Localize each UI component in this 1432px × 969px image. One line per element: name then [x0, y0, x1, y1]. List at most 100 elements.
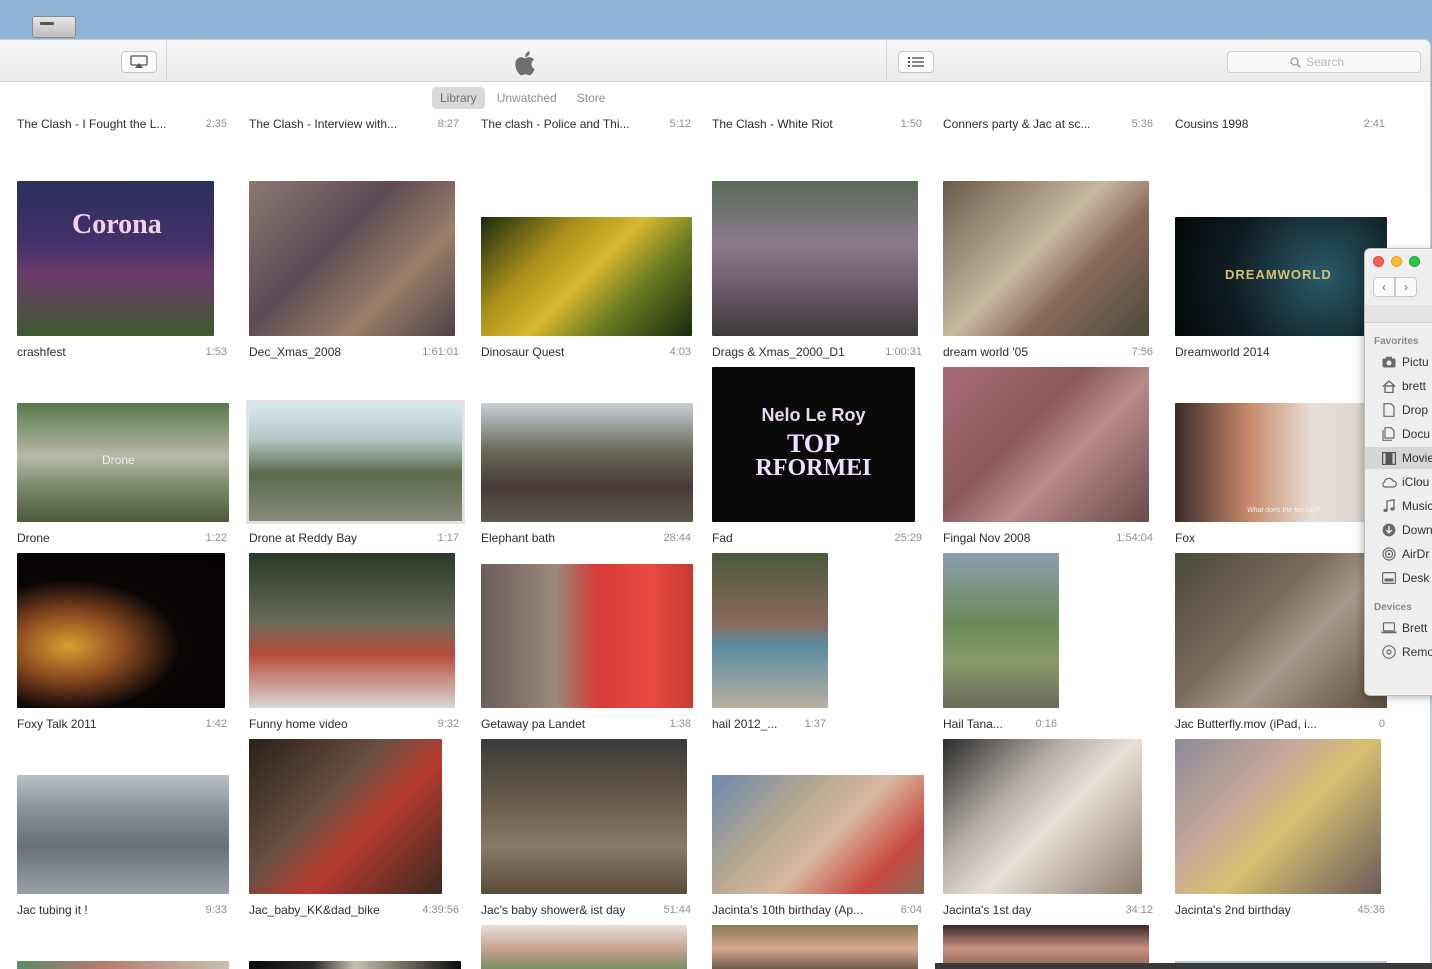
- sidebar-item-dropbox[interactable]: Drop: [1365, 399, 1432, 421]
- sidebar-item-label: Pictu: [1402, 355, 1429, 369]
- finder-window[interactable]: ‹ › Favorites Pictu brett Drop Docu Movi…: [1364, 248, 1432, 696]
- movie-title: hail 2012_...: [712, 717, 778, 731]
- home-icon: [1381, 379, 1397, 393]
- movie-duration: 51:44: [663, 904, 691, 916]
- sidebar-item-movies[interactable]: Movie: [1365, 447, 1432, 469]
- minimize-button[interactable]: [1391, 256, 1402, 267]
- sidebar-item-label: Desk: [1402, 571, 1430, 585]
- thumbnail-text: RFORMEI: [755, 455, 872, 481]
- dock-edge: [935, 963, 1432, 969]
- movie-thumbnail[interactable]: DREAMWORLD: [1175, 217, 1387, 336]
- tab-library[interactable]: Library: [432, 87, 485, 109]
- sidebar-item-pictures[interactable]: Pictu: [1365, 351, 1432, 373]
- movie-thumbnail[interactable]: [943, 553, 1059, 708]
- tab-store[interactable]: Store: [569, 87, 614, 109]
- thumbnail-text: Corona: [72, 209, 162, 240]
- sidebar-item-device-remote[interactable]: Remo: [1365, 641, 1432, 663]
- movie-title: dream world '05: [943, 345, 1028, 359]
- sidebar-item-label: Remo: [1402, 645, 1432, 659]
- forward-button[interactable]: ›: [1395, 277, 1417, 297]
- movie-thumbnail[interactable]: [1175, 553, 1387, 708]
- movie-thumbnail[interactable]: [481, 925, 687, 969]
- movie-title: Hail Tana...: [943, 717, 1003, 731]
- movie-duration: 1:22: [205, 532, 227, 544]
- documents-icon: [1381, 427, 1397, 441]
- movie-thumbnail[interactable]: [246, 400, 465, 524]
- search-input[interactable]: [1306, 55, 1358, 69]
- movie-duration: 1:50: [900, 118, 922, 130]
- chevron-right-icon: ›: [1404, 280, 1408, 294]
- tv-app-window: Library Unwatched Store The Clash - I Fo…: [0, 40, 1430, 969]
- movie-duration: 5:36: [1131, 118, 1153, 130]
- airplay-button[interactable]: [121, 51, 157, 73]
- movie-title: Fad: [712, 531, 733, 545]
- movie-title: Foxy Talk 2011: [17, 717, 97, 731]
- movie-thumbnail[interactable]: [249, 739, 442, 894]
- movie-thumbnail[interactable]: [17, 961, 229, 969]
- movie-thumbnail[interactable]: [943, 367, 1149, 522]
- movie-title: Jac's baby shower& ist day: [481, 903, 626, 917]
- movie-thumbnail[interactable]: [1175, 739, 1381, 894]
- movie-thumbnail[interactable]: Drone: [17, 403, 229, 522]
- movie-thumbnail[interactable]: [943, 739, 1142, 894]
- movie-duration: 9:33: [205, 904, 227, 916]
- toolbar: [0, 40, 1430, 82]
- back-button[interactable]: ‹: [1373, 277, 1395, 297]
- sidebar-item-airdrop[interactable]: AirDr: [1365, 543, 1432, 565]
- sidebar-item-home[interactable]: brett: [1365, 375, 1432, 397]
- sidebar-item-downloads[interactable]: Down: [1365, 519, 1432, 541]
- tab-unwatched[interactable]: Unwatched: [489, 87, 565, 109]
- sidebar-item-label: Docu: [1402, 427, 1431, 441]
- desktop-drive-icon[interactable]: [30, 10, 78, 40]
- movie-thumbnail[interactable]: Corona: [17, 181, 214, 336]
- movie-title: Jacinta's 1st day: [943, 903, 1032, 917]
- movie-duration: 1:00:31: [885, 346, 922, 358]
- sidebar-item-icloud[interactable]: iClou: [1365, 471, 1432, 493]
- list-view-button[interactable]: [898, 51, 934, 73]
- movie-thumbnail[interactable]: [481, 739, 687, 894]
- sidebar-item-music[interactable]: Music: [1365, 495, 1432, 517]
- movie-thumbnail[interactable]: [481, 403, 693, 522]
- movie-title: The Clash - I Fought the L...: [17, 117, 167, 131]
- movie-duration: 9:32: [437, 718, 459, 730]
- sidebar-item-label: Drop: [1402, 403, 1429, 417]
- movie-duration: 2:35: [205, 118, 227, 130]
- close-button[interactable]: [1373, 256, 1384, 267]
- movie-thumbnail[interactable]: [712, 553, 828, 708]
- sidebar-item-label: Brett: [1402, 621, 1428, 635]
- movie-duration: 25:29: [894, 532, 922, 544]
- library-tabs: Library Unwatched Store: [432, 87, 613, 109]
- movie-thumbnail[interactable]: Nelo Le Roy TOP RFORMEI: [712, 367, 915, 522]
- movie-thumbnail[interactable]: [249, 961, 461, 969]
- download-icon: [1381, 523, 1397, 537]
- movie-thumbnail[interactable]: [712, 181, 918, 336]
- movie-duration: 0:16: [1035, 718, 1057, 730]
- sidebar-item-device-brett[interactable]: Brett: [1365, 617, 1432, 639]
- movie-thumbnail[interactable]: [943, 181, 1149, 336]
- movie-thumbnail[interactable]: [481, 564, 693, 708]
- movie-thumbnail[interactable]: What does the fox say?: [1175, 403, 1387, 522]
- movie-title: Fox: [1175, 531, 1196, 545]
- sidebar-item-label: brett: [1402, 379, 1427, 393]
- thumbnail-text: Drone: [102, 453, 135, 467]
- movie-thumbnail[interactable]: [17, 553, 225, 708]
- movie-thumbnail[interactable]: [17, 775, 229, 894]
- movie-duration: 8:27: [437, 118, 459, 130]
- movie-duration: 4:03: [669, 346, 691, 358]
- movie-title: Fingal Nov 2008: [943, 531, 1031, 545]
- movie-thumbnail[interactable]: [712, 925, 918, 969]
- movie-thumbnail[interactable]: [249, 553, 455, 708]
- thumbnail-text: DREAMWORLD: [1225, 267, 1332, 282]
- movie-duration: 4:39:56: [422, 904, 459, 916]
- movie-title: Dinosaur Quest: [481, 345, 565, 359]
- movie-duration: 28:44: [663, 532, 691, 544]
- movie-duration: 2:41: [1363, 118, 1385, 130]
- movie-thumbnail[interactable]: [249, 181, 455, 336]
- sidebar-item-documents[interactable]: Docu: [1365, 423, 1432, 445]
- movie-thumbnail[interactable]: [712, 775, 924, 894]
- search-field[interactable]: [1227, 51, 1421, 73]
- sidebar-item-desktop[interactable]: Desk: [1365, 567, 1432, 589]
- movie-thumbnail[interactable]: [481, 217, 692, 336]
- movie-title: Drone: [17, 531, 50, 545]
- zoom-button[interactable]: [1409, 256, 1420, 267]
